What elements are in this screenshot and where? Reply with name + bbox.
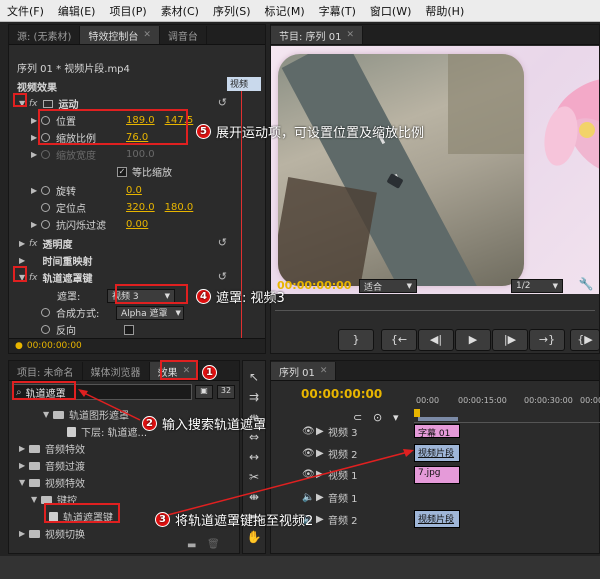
callout-text: 输入搜索轨道遮罩: [162, 418, 267, 433]
callout-number: 2: [142, 416, 157, 431]
callout-number: 5: [196, 124, 211, 139]
callout-number: 3: [155, 512, 170, 527]
arrow-line: [159, 451, 409, 518]
callout-text: 遮罩: 视频3: [216, 291, 285, 306]
callout-3: 3 将轨道遮罩键拖至视频2: [155, 510, 313, 529]
callout-5: 5 展开运动项，可设置位置及缩放比例: [196, 122, 424, 141]
callout-1: 1: [202, 365, 222, 380]
callout-4: 4 遮罩: 视频3: [196, 287, 285, 306]
annotation-arrows: [78, 389, 414, 518]
arrow-head: [78, 389, 88, 397]
callout-number: 4: [196, 289, 211, 304]
callout-number: 1: [202, 365, 217, 380]
callout-text: 将轨道遮罩键拖至视频2: [175, 514, 314, 529]
arrow-head: [403, 449, 414, 457]
arrow-line: [81, 391, 141, 421]
callout-text: 展开运动项，可设置位置及缩放比例: [216, 126, 425, 141]
callout-2: 2 输入搜索轨道遮罩: [142, 414, 266, 433]
